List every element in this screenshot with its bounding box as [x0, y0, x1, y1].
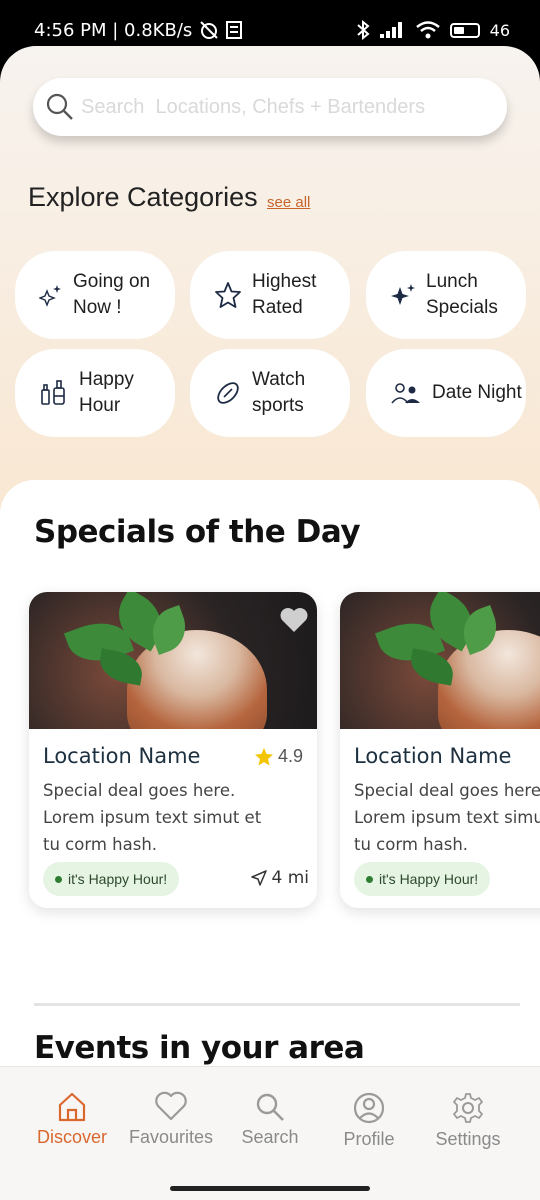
- category-happy-hour[interactable]: Happy Hour: [15, 349, 175, 437]
- battery-icon: [449, 22, 480, 38]
- tab-label: Search: [241, 1127, 299, 1147]
- battery-level: 46: [489, 20, 510, 40]
- special-card[interactable]: Location Name 4.9 Special deal goes here…: [29, 592, 317, 908]
- search-icon: [256, 1093, 284, 1121]
- heart-icon: [155, 1091, 187, 1121]
- tab-label: Profile: [343, 1129, 395, 1149]
- search-icon: [46, 93, 73, 120]
- alarm-off-icon: [200, 21, 218, 39]
- home-indicator: [170, 1186, 370, 1191]
- wifi-icon: [415, 21, 440, 39]
- star-outline-icon: [215, 282, 241, 308]
- status-dot: [366, 875, 373, 883]
- see-all-link[interactable]: see all: [267, 194, 310, 211]
- special-photo: [29, 592, 317, 729]
- rating: 4.9: [254, 746, 303, 767]
- bottles-icon: [41, 380, 65, 405]
- couple-icon: [391, 383, 420, 404]
- tab-settings[interactable]: Settings: [418, 1091, 518, 1150]
- category-label: Date Night: [432, 382, 522, 403]
- special-card[interactable]: Location Name Special deal goes here. Lo…: [340, 592, 540, 908]
- category-date-night[interactable]: Date Night: [366, 349, 526, 437]
- badge-text: it's Happy Hour!: [68, 871, 168, 887]
- tab-search[interactable]: Search: [220, 1091, 320, 1148]
- gear-icon: [453, 1093, 483, 1123]
- tab-label: Settings: [435, 1129, 501, 1149]
- category-lunch-specials[interactable]: Lunch Specials: [366, 251, 526, 339]
- tab-label: Discover: [36, 1127, 107, 1147]
- bottom-tab-bar: Discover Favourites Search Profile Setti…: [0, 1066, 540, 1200]
- section-divider: [34, 1003, 520, 1006]
- signal-icon: [379, 22, 402, 38]
- rating-value: 4.9: [277, 746, 303, 766]
- category-label: Watch sports: [252, 369, 306, 416]
- sparkle-filled-icon: [391, 284, 415, 305]
- category-highest-rated[interactable]: Highest Rated: [190, 251, 350, 339]
- status-dot: [55, 875, 62, 883]
- tab-label: Favourites: [128, 1127, 214, 1147]
- explore-categories-title: Explore Categories: [28, 182, 258, 212]
- distance-value: 4 mi: [271, 868, 309, 888]
- profile-icon: [353, 1092, 385, 1124]
- tab-favourites[interactable]: Favourites: [121, 1091, 221, 1148]
- status-time-speed: 4:56 PM | 0.8KB/s: [34, 19, 193, 41]
- badge-text: it's Happy Hour!: [379, 871, 479, 887]
- special-photo: [340, 592, 540, 729]
- distance: 4 mi: [251, 868, 309, 888]
- navigation-arrow-icon: [251, 870, 268, 886]
- special-description: Special deal goes here. Lorem ipsum text…: [354, 781, 540, 854]
- notes-icon: [226, 21, 243, 39]
- category-going-on-now[interactable]: Going on Now !: [15, 251, 175, 339]
- events-title: Events in your area: [34, 1030, 365, 1066]
- football-icon: [217, 382, 239, 404]
- tab-profile[interactable]: Profile: [319, 1091, 419, 1150]
- category-label: Happy Hour: [79, 369, 134, 416]
- special-description: Special deal goes here. Lorem ipsum text…: [43, 781, 262, 854]
- app-screen: Explore Categories see all Going on Now …: [0, 46, 540, 1200]
- category-watch-sports[interactable]: Watch sports: [190, 349, 350, 437]
- sparkle-outline-icon: [39, 285, 61, 307]
- location-name: Location Name: [43, 744, 201, 768]
- bluetooth-icon: [356, 20, 370, 40]
- category-label: Going on Now !: [73, 271, 151, 318]
- favorite-heart-icon[interactable]: [279, 606, 309, 634]
- home-icon: [58, 1092, 86, 1122]
- category-label: Highest Rated: [252, 271, 317, 318]
- search-input[interactable]: [81, 95, 471, 119]
- search-bar[interactable]: [33, 78, 507, 136]
- star-icon: [254, 747, 273, 765]
- specials-title: Specials of the Day: [34, 514, 361, 550]
- location-name: Location Name: [354, 744, 512, 768]
- category-label: Lunch Specials: [426, 271, 498, 318]
- happy-hour-badge: it's Happy Hour!: [354, 862, 491, 896]
- tab-discover[interactable]: Discover: [22, 1091, 122, 1148]
- happy-hour-badge: it's Happy Hour!: [43, 862, 180, 896]
